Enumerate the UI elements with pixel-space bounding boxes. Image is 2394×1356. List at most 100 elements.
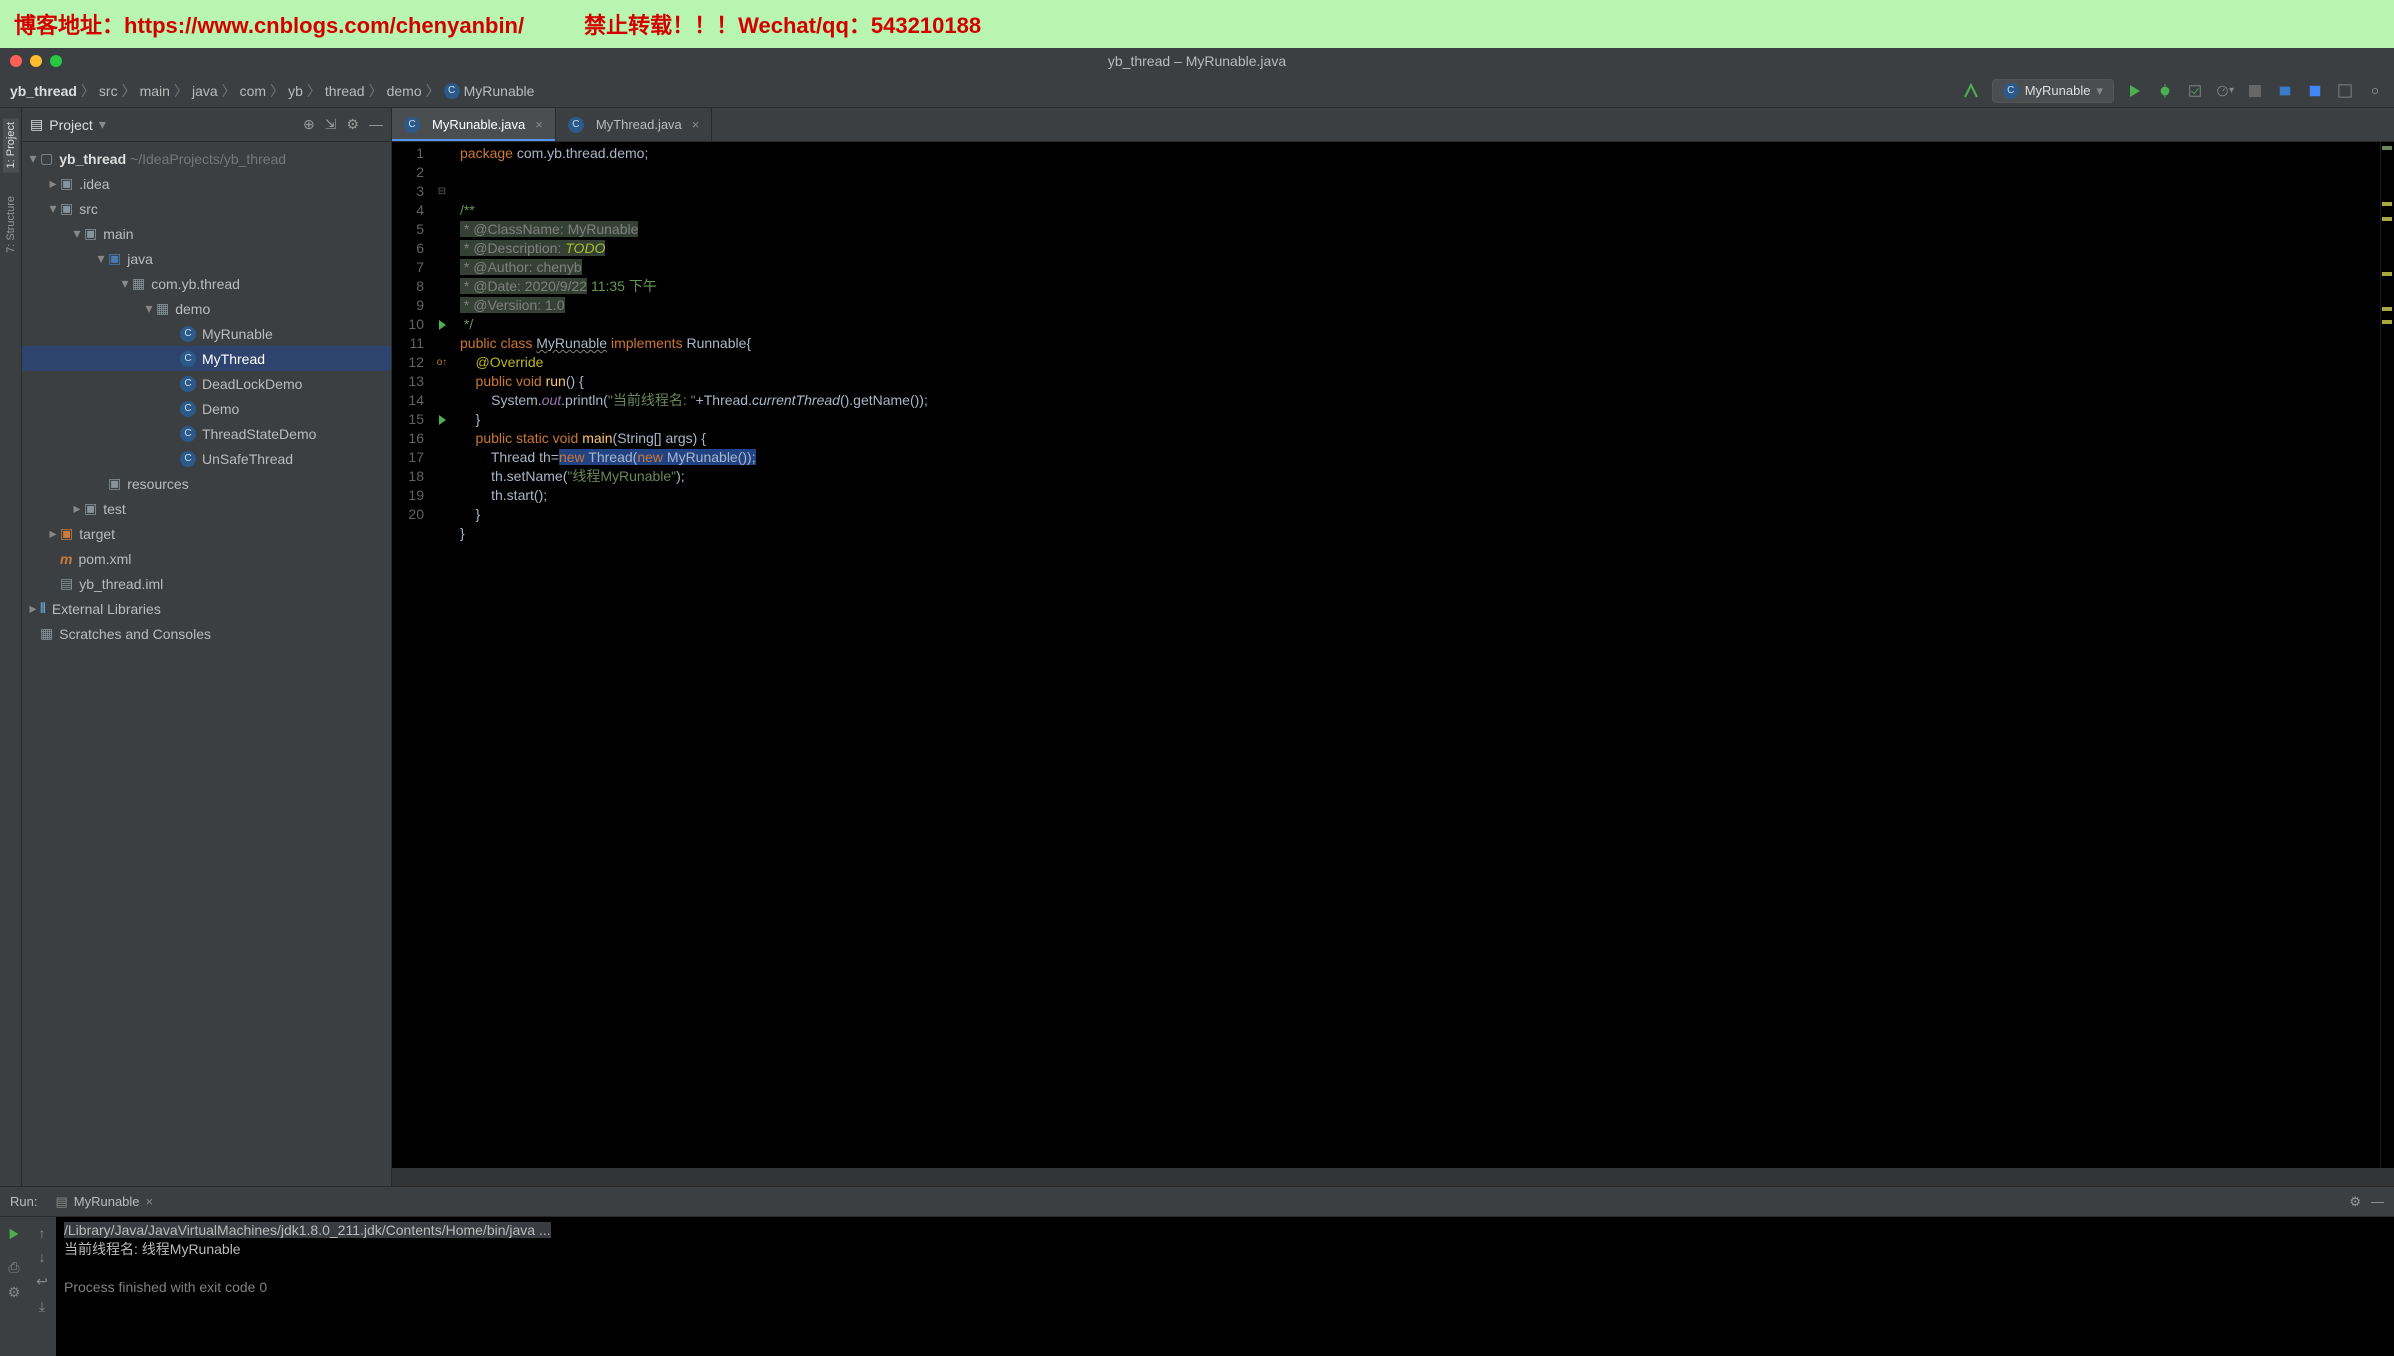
tree-file-deadlockdemo[interactable]: CDeadLockDemo: [22, 371, 391, 396]
build-icon[interactable]: [1962, 82, 1980, 100]
crumb-src[interactable]: src: [99, 83, 118, 99]
tree-file-mythread[interactable]: CMyThread: [22, 346, 391, 371]
crumb-main[interactable]: main: [140, 83, 170, 99]
tree-main[interactable]: ▾▣main: [22, 221, 391, 246]
chevron-down-icon[interactable]: ▾: [99, 116, 106, 133]
debug-button[interactable]: [2156, 82, 2174, 100]
tree-root[interactable]: ▾▢yb_thread ~/IdeaProjects/yb_thread: [22, 146, 391, 171]
tree-idea[interactable]: ▸▣.idea: [22, 171, 391, 196]
tree-package[interactable]: ▾▦com.yb.thread: [22, 271, 391, 296]
project-sidebar: ▤ Project ▾ ⊕ ⇲ ⚙ — ▾▢yb_thread ~/IdeaPr…: [22, 108, 392, 1186]
hide-icon[interactable]: —: [2371, 1194, 2384, 1210]
run-tools-right: ↑ ↓ ↩ ⤓: [28, 1217, 56, 1356]
project-view-icon: ▤: [30, 116, 43, 133]
breadcrumb[interactable]: yb_thread〉 src〉 main〉 java〉 com〉 yb〉 thr…: [10, 81, 534, 101]
crumb-class[interactable]: MyRunable: [464, 83, 535, 99]
crumb-com[interactable]: com: [240, 83, 266, 99]
run-tab-name: MyRunable: [74, 1194, 140, 1209]
console-output[interactable]: /Library/Java/JavaVirtualMachines/jdk1.8…: [56, 1217, 2394, 1356]
error-stripe[interactable]: [2380, 142, 2394, 1168]
console-stdout: 当前线程名: 线程MyRunable: [64, 1240, 2386, 1259]
editor-tab-mythread[interactable]: C MyThread.java ×: [556, 108, 713, 141]
settings-icon[interactable]: [2366, 82, 2384, 100]
chevron-down-icon: ▾: [2096, 83, 2103, 99]
update-button[interactable]: [2276, 82, 2294, 100]
tree-iml[interactable]: ▤yb_thread.iml: [22, 571, 391, 596]
gear-icon[interactable]: ⚙: [2349, 1194, 2361, 1210]
tree-test[interactable]: ▸▣test: [22, 496, 391, 521]
window-zoom-button[interactable]: [50, 55, 62, 67]
tab-project[interactable]: 1: Project: [3, 118, 19, 172]
search-everywhere-button[interactable]: [2336, 82, 2354, 100]
watermark-banner: 博客地址：https://www.cnblogs.com/chenyanbin/…: [0, 0, 2394, 48]
tree-scratches[interactable]: ▦Scratches and Consoles: [22, 621, 391, 646]
crumb-demo[interactable]: demo: [387, 83, 422, 99]
tree-java[interactable]: ▾▣java: [22, 246, 391, 271]
editor-area: C MyRunable.java × C MyThread.java × 123…: [392, 108, 2394, 1186]
hide-icon[interactable]: —: [369, 116, 383, 133]
run-config-name: MyRunable: [2025, 83, 2091, 98]
class-icon: C: [444, 83, 460, 99]
close-icon[interactable]: ×: [146, 1194, 154, 1209]
rerun-button[interactable]: [5, 1225, 23, 1243]
coverage-button[interactable]: [2186, 82, 2204, 100]
crumb-thread[interactable]: thread: [325, 83, 365, 99]
class-icon: C: [404, 117, 420, 133]
run-line-icon[interactable]: [439, 415, 446, 425]
gutter-icons[interactable]: ⊟ o↑: [432, 142, 452, 1168]
crumb-project[interactable]: yb_thread: [10, 83, 77, 99]
tree-file-unsafethread[interactable]: CUnSafeThread: [22, 446, 391, 471]
editor-tab-myrunable[interactable]: C MyRunable.java ×: [392, 108, 556, 141]
run-tools-left: ⎙ ⚙: [0, 1217, 28, 1356]
down-arrow-icon[interactable]: ↓: [39, 1249, 46, 1265]
tree-file-threadstatedemo[interactable]: CThreadStateDemo: [22, 421, 391, 446]
tab-label: MyRunable.java: [432, 117, 525, 132]
run-label: Run:: [10, 1194, 37, 1209]
run-tab[interactable]: ▤ MyRunable ×: [47, 1191, 161, 1213]
tree-pom[interactable]: mpom.xml: [22, 546, 391, 571]
profiler-button[interactable]: ▾: [2216, 82, 2234, 100]
run-config-selector[interactable]: C MyRunable ▾: [1992, 79, 2114, 103]
tree-demo[interactable]: ▾▦demo: [22, 296, 391, 321]
close-icon[interactable]: ×: [692, 117, 700, 132]
gear-icon[interactable]: ⚙: [346, 116, 359, 133]
stop-button[interactable]: [2246, 82, 2264, 100]
close-icon[interactable]: ×: [535, 117, 543, 132]
tree-resources[interactable]: ▣resources: [22, 471, 391, 496]
line-number-gutter: 1234567891011121314151617181920: [392, 142, 432, 1168]
scroll-to-end-icon[interactable]: ⤓: [39, 1298, 45, 1315]
tree-external-libs[interactable]: ▸⫴External Libraries: [22, 596, 391, 621]
tree-file-demo[interactable]: CDemo: [22, 396, 391, 421]
code-content[interactable]: package com.yb.thread.demo; /** * @Class…: [452, 142, 2380, 1168]
tree-src[interactable]: ▾▣src: [22, 196, 391, 221]
tree-file-myrunable[interactable]: CMyRunable: [22, 321, 391, 346]
settings-icon[interactable]: ⚙: [8, 1284, 21, 1301]
run-line-icon[interactable]: [439, 320, 446, 330]
collapse-icon[interactable]: ⇲: [325, 116, 337, 133]
left-tool-strip: 1: Project 7: Structure: [0, 108, 22, 1186]
banner-notice: 禁止转载！！！Wechat/qq：543210188: [584, 8, 981, 40]
project-tree[interactable]: ▾▢yb_thread ~/IdeaProjects/yb_thread ▸▣.…: [22, 142, 391, 1186]
up-arrow-icon[interactable]: ↑: [39, 1225, 46, 1241]
soft-wrap-icon[interactable]: ↩: [36, 1273, 48, 1290]
locate-icon[interactable]: ⊕: [303, 116, 315, 133]
toolbar-actions: C MyRunable ▾ ▾: [1962, 79, 2384, 103]
sidebar-title-label: Project: [49, 117, 93, 133]
run-tool-window: Run: ▤ MyRunable × ⚙ — ⎙ ⚙ ↑ ↓ ↩ ⤓ /Libr…: [0, 1186, 2394, 1356]
window-minimize-button[interactable]: [30, 55, 42, 67]
run-button[interactable]: [2126, 82, 2144, 100]
crumb-yb[interactable]: yb: [288, 83, 303, 99]
editor-bottom-strip: [392, 1168, 2394, 1186]
navigation-bar: yb_thread〉 src〉 main〉 java〉 com〉 yb〉 thr…: [0, 74, 2394, 108]
tree-target[interactable]: ▸▣target: [22, 521, 391, 546]
tab-structure[interactable]: 7: Structure: [3, 192, 19, 257]
banner-blog: 博客地址：https://www.cnblogs.com/chenyanbin/: [14, 8, 524, 40]
git-button[interactable]: [2306, 82, 2324, 100]
camera-icon[interactable]: ⎙: [8, 1259, 19, 1276]
editor-tabs: C MyRunable.java × C MyThread.java ×: [392, 108, 2394, 142]
code-editor[interactable]: 1234567891011121314151617181920 ⊟ o↑ pac…: [392, 142, 2394, 1168]
run-header: Run: ▤ MyRunable × ⚙ —: [0, 1187, 2394, 1217]
crumb-java[interactable]: java: [192, 83, 218, 99]
window-close-button[interactable]: [10, 55, 22, 67]
window-titlebar: yb_thread – MyRunable.java: [0, 48, 2394, 74]
